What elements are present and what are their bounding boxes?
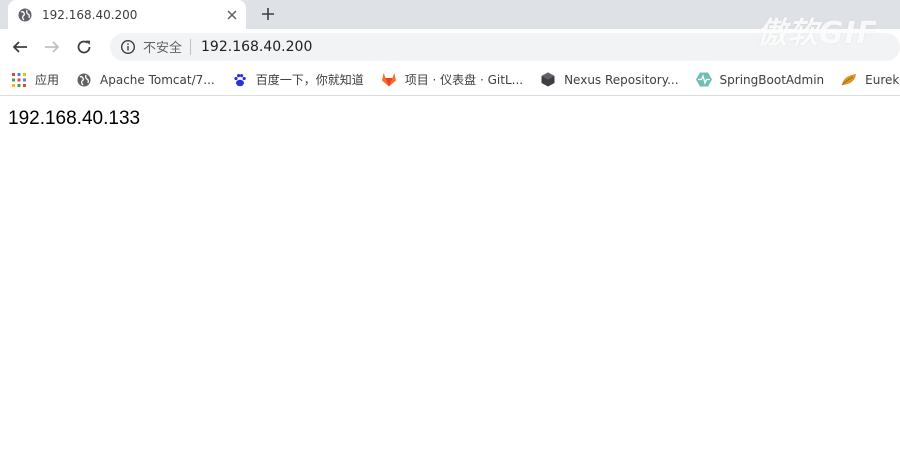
watermark: 傲软GIF [756, 16, 878, 51]
forward-button[interactable] [40, 35, 64, 59]
bookmark-label: Apache Tomcat/7... [100, 72, 215, 87]
bookmark-apps[interactable]: 应用 [11, 71, 59, 88]
nexus-cube-icon [540, 72, 556, 88]
bookmark-gitlab[interactable]: 项目 · 仪表盘 · GitL... [381, 71, 523, 88]
eureka-leaf-icon [841, 72, 857, 88]
bookmark-label: Nexus Repository... [564, 72, 679, 87]
tab-strip: 192.168.40.200 傲软GIF [0, 0, 900, 51]
bookmark-springbootadmin[interactable]: SpringBootAdmin [695, 72, 825, 88]
reload-icon [77, 40, 91, 53]
bookmark-label: 百度一下，你就知道 [255, 73, 364, 87]
info-icon[interactable] [120, 39, 136, 55]
security-label[interactable]: 不安全 [143, 37, 182, 56]
heartbeat-icon [695, 72, 712, 88]
bookmark-label: 应用 [35, 73, 60, 87]
bookmark-label: SpringBootAdmin [719, 72, 825, 87]
globe-icon [76, 72, 92, 88]
browser-chrome: 192.168.40.200 傲软GIF 不安全 192.168.40.200 [0, 0, 900, 96]
bookmark-label: 项目 · 仪表盘 · GitL... [404, 73, 524, 87]
reload-button[interactable] [72, 35, 96, 59]
bookmark-nexus[interactable]: Nexus Repository... [540, 72, 679, 88]
bookmark-tomcat[interactable]: Apache Tomcat/7... [76, 72, 215, 88]
bookmarks-bar: 应用 Apache Tomcat/7... 百度一下，你就知道 项目 · 仪表盘… [0, 64, 900, 96]
bookmark-eureka[interactable]: Eureka [841, 72, 900, 88]
bookmark-label: Eureka [865, 72, 900, 87]
arrow-right-icon [45, 40, 60, 53]
gitlab-fox-icon [381, 72, 397, 88]
url-text[interactable]: 192.168.40.200 [201, 39, 312, 55]
active-tab[interactable]: 192.168.40.200 [8, 0, 246, 29]
bookmark-baidu[interactable]: 百度一下，你就知道 [232, 71, 364, 88]
omnibox-divider [190, 38, 192, 55]
new-tab-button[interactable] [258, 4, 278, 24]
page-content: 192.168.40.133 [0, 96, 900, 142]
apps-grid-icon [11, 72, 27, 88]
arrow-left-icon [12, 40, 27, 53]
close-tab-icon[interactable] [224, 7, 240, 23]
tab-title: 192.168.40.200 [42, 7, 138, 22]
page-text: 192.168.40.133 [8, 108, 141, 129]
baidu-paw-icon [232, 72, 248, 88]
back-button[interactable] [8, 35, 32, 59]
globe-icon [18, 8, 32, 22]
